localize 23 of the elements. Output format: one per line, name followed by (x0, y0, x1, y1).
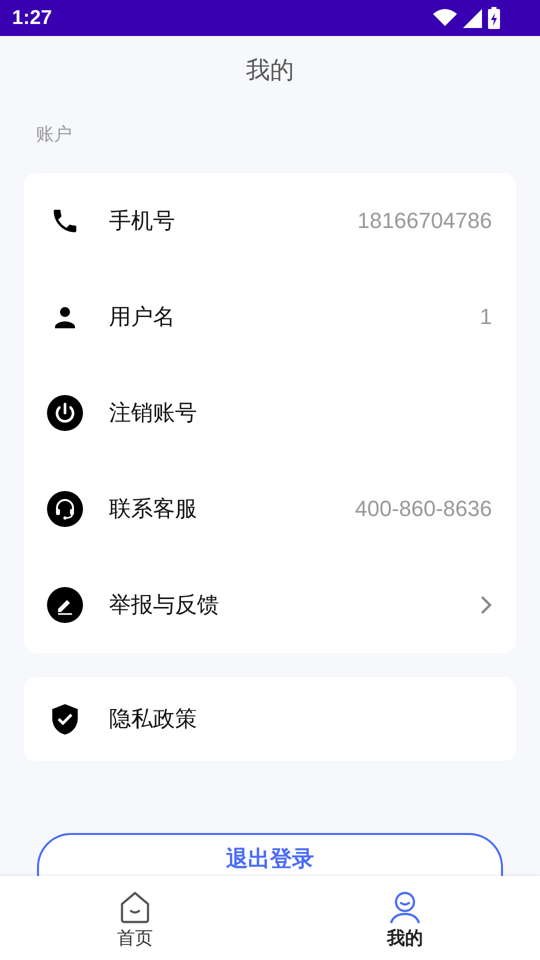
logout-button[interactable]: 退出登录 (37, 833, 503, 876)
user-icon (388, 890, 422, 924)
row-value: 400-860-8636 (354, 496, 492, 522)
settings-row[interactable]: 手机号 18166704786 (24, 173, 516, 269)
nav-tab[interactable]: 首页 (0, 876, 270, 960)
power-icon (47, 395, 83, 431)
page-title: 我的 (245, 55, 295, 86)
settings-row[interactable]: 联系客服 400-860-8636 (24, 461, 516, 557)
settings-row[interactable]: 注销账号 (24, 365, 516, 461)
wifi-icon (433, 9, 457, 27)
headset-icon (47, 491, 83, 527)
row-value: 18166704786 (357, 208, 492, 234)
home-icon (118, 890, 152, 924)
settings-row[interactable]: 隐私政策 (24, 677, 516, 761)
status-time: 1:27 (12, 6, 52, 30)
settings-row[interactable]: 举报与反馈 (24, 557, 516, 653)
settings-row[interactable]: 用户名 1 (24, 269, 516, 365)
pencil-icon (47, 587, 83, 623)
row-value: 1 (480, 304, 492, 330)
section-label: 账户 (35, 123, 73, 147)
signal-icon (463, 8, 482, 28)
battery-icon (488, 7, 500, 29)
nav-tab[interactable]: 我的 (270, 876, 540, 960)
